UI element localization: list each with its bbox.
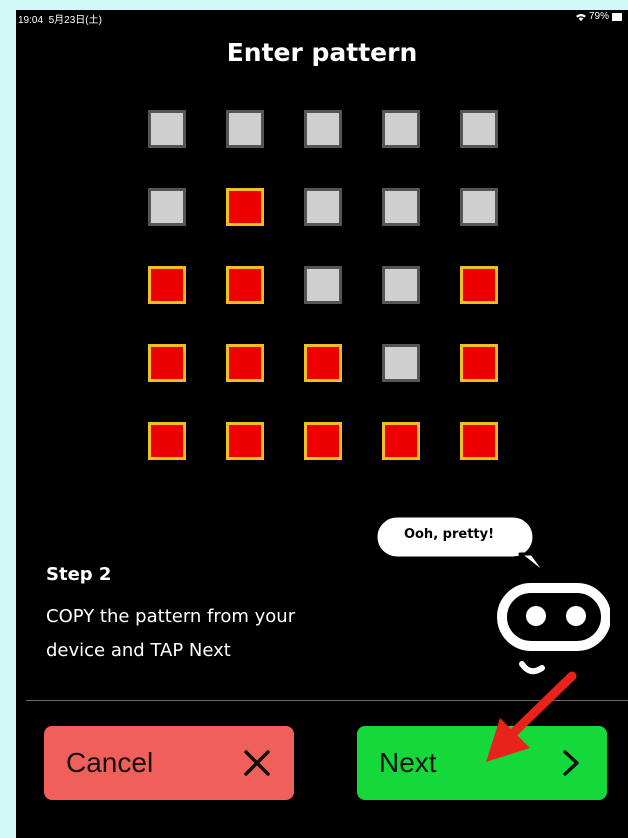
pattern-cell-r2-c4[interactable] <box>382 188 420 226</box>
pattern-cell-r4-c2[interactable] <box>226 344 264 382</box>
pattern-cell-r2-c2[interactable] <box>226 188 264 226</box>
cancel-button[interactable]: Cancel <box>44 726 294 800</box>
status-time: 19:04 5月23日(土) <box>18 11 102 26</box>
cancel-button-label: Cancel <box>66 747 154 778</box>
pattern-cell-r5-c1[interactable] <box>148 422 186 460</box>
pattern-cell-r4-c4[interactable] <box>382 344 420 382</box>
speech-bubble-text: Ooh, pretty! <box>403 527 495 542</box>
pattern-cell-r3-c4[interactable] <box>382 266 420 304</box>
mascot: Ooh, pretty! <box>370 510 611 690</box>
battery-percent: 79% <box>588 11 609 22</box>
pattern-grid <box>148 110 508 470</box>
pattern-cell-r1-c3[interactable] <box>304 110 342 148</box>
pattern-cell-r5-c4[interactable] <box>382 422 420 460</box>
battery-icon <box>612 12 622 21</box>
pattern-cell-r4-c3[interactable] <box>304 344 342 382</box>
status-bar: 19:04 5月23日(土) 79% <box>16 10 628 28</box>
pattern-cell-r3-c5[interactable] <box>460 266 498 304</box>
wifi-icon <box>575 13 586 21</box>
close-icon <box>244 750 270 776</box>
chevron-right-icon <box>563 750 579 776</box>
pattern-cell-r2-c5[interactable] <box>460 188 498 226</box>
status-clock: 19:04 <box>18 15 44 26</box>
step-instruction-line-1: COPY the pattern from your <box>46 606 296 627</box>
next-button[interactable]: Next <box>357 726 607 800</box>
pattern-cell-r5-c5[interactable] <box>460 422 498 460</box>
pattern-cell-r5-c2[interactable] <box>226 422 264 460</box>
pattern-cell-r3-c2[interactable] <box>226 266 264 304</box>
pattern-cell-r3-c3[interactable] <box>304 266 342 304</box>
app-screen: 19:04 5月23日(土) 79% Enter pattern Step 2 … <box>16 10 628 838</box>
status-date: 5月23日(土) <box>48 15 102 26</box>
divider <box>26 700 628 701</box>
status-indicators: 79% <box>575 11 622 22</box>
pattern-cell-r4-c5[interactable] <box>460 344 498 382</box>
next-button-label: Next <box>379 747 437 778</box>
pattern-cell-r1-c5[interactable] <box>460 110 498 148</box>
pattern-cell-r3-c1[interactable] <box>148 266 186 304</box>
pattern-cell-r2-c3[interactable] <box>304 188 342 226</box>
pattern-cell-r5-c3[interactable] <box>304 422 342 460</box>
pattern-cell-r4-c1[interactable] <box>148 344 186 382</box>
pattern-cell-r2-c1[interactable] <box>148 188 186 226</box>
pattern-cell-r1-c1[interactable] <box>148 110 186 148</box>
page-title: Enter pattern <box>226 38 418 67</box>
pattern-cell-r1-c2[interactable] <box>226 110 264 148</box>
step-title: Step 2 <box>46 564 112 585</box>
step-instruction-line-2: device and TAP Next <box>46 640 231 661</box>
pattern-cell-r1-c4[interactable] <box>382 110 420 148</box>
